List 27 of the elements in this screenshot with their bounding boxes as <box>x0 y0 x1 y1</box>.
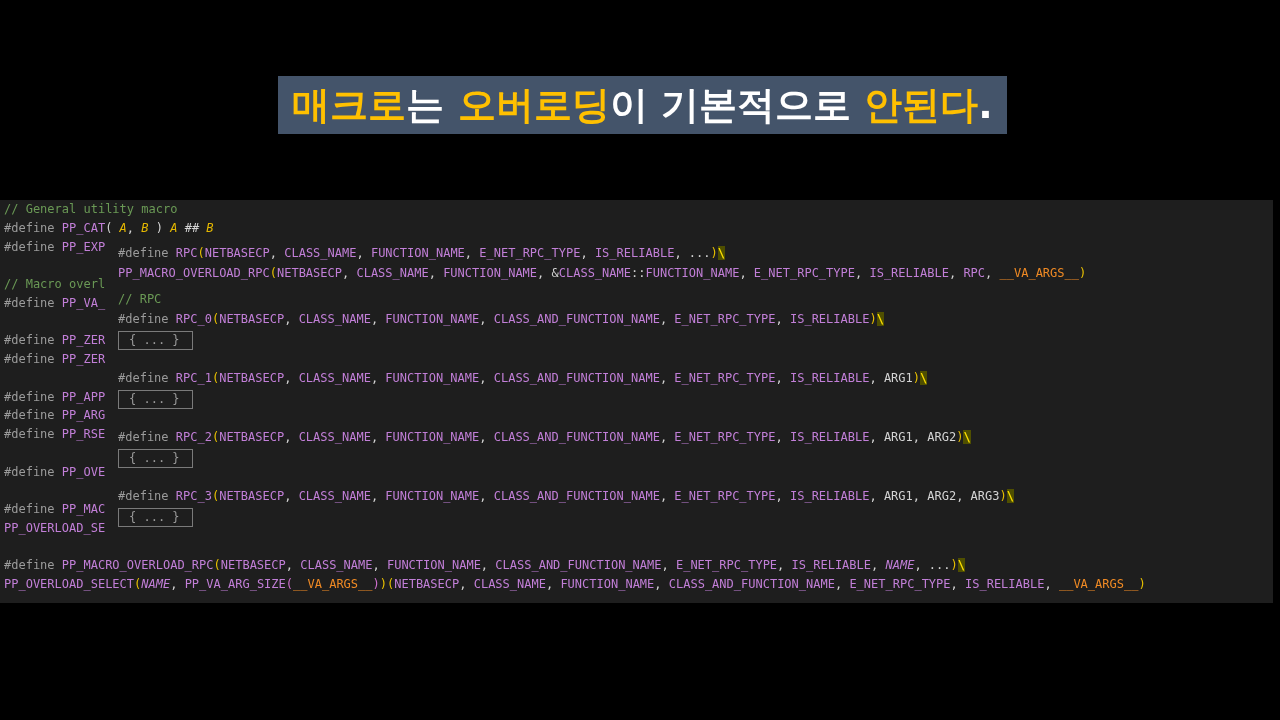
folded-code-marker[interactable]: { ... } <box>118 507 193 527</box>
code-line: #define PP_ARG <box>4 407 106 425</box>
code-line: PP_MACRO_OVERLOAD_RPC(NETBASECP, CLASS_NAME, FUNCTION_NAME, &CLASS_NAME::FUNCTION_NAME, E_NET_RPC_TYPE, IS_RELIABLE, RPC, __VA_ARGS__) <box>118 265 1087 282</box>
code-line: #define RPC_3(NETBASECP, CLASS_NAME, FUNCTION_NAME, CLASS_AND_FUNCTION_NAME, E_NET_RPC_TYPE, IS_RELIABLE, ARG1, ARG2, ARG3)\ <box>118 488 1014 505</box>
folded-code-marker[interactable]: { ... } <box>118 330 193 350</box>
code-line: #define PP_VA_ <box>4 294 106 312</box>
code-line: #define PP_OVE <box>4 463 106 481</box>
code-line: #define PP_MACRO_OVERLOAD_RPC(NETBASECP, CLASS_NAME, FUNCTION_NAME, CLASS_AND_FUNCTION_NAME, E_NET_RPC_TYPE, IS_RELIABLE, NAME, ...)\ <box>4 557 965 575</box>
code-line: #define PP_ZER <box>4 351 106 368</box>
code-line: #define PP_CAT( A, B ) A ## B <box>4 219 214 237</box>
code-line: #define RPC(NETBASECP, CLASS_NAME, FUNCTION_NAME, E_NET_RPC_TYPE, IS_RELIABLE, ...)\ <box>118 245 725 262</box>
code-line: #define RPC_2(NETBASECP, CLASS_NAME, FUNCTION_NAME, CLASS_AND_FUNCTION_NAME, E_NET_RPC_TYPE, IS_RELIABLE, ARG1, ARG2)\ <box>118 429 971 446</box>
code-line: #define PP_RSE <box>4 426 106 443</box>
code-line: // Macro overl <box>4 276 106 293</box>
code-line: PP_OVERLOAD_SE <box>4 519 106 537</box>
code-line: // RPC <box>118 291 162 308</box>
code-line: PP_OVERLOAD_SELECT(NAME, PP_VA_ARG_SIZE(__VA_ARGS__))(NETBASECP, CLASS_NAME, FUNCTION_NAME, CLASS_AND_FUNCTION_NAME, E_NET_RPC_TYPE, IS_RELIABLE, __VA_ARGS__) <box>4 576 1146 593</box>
code-line: #define RPC_1(NETBASECP, CLASS_NAME, FUNCTION_NAME, CLASS_AND_FUNCTION_NAME, E_NET_RPC_TYPE, IS_RELIABLE, ARG1)\ <box>118 370 928 387</box>
folded-code-marker[interactable]: { ... } <box>118 448 193 468</box>
code-line: // General utility macro <box>4 201 178 218</box>
caption-title: 매크로는 오버로딩 이 기본적으로 안된다. <box>278 76 1007 134</box>
code-line: #define PP_EXP <box>4 238 106 256</box>
code-line: #define PP_MAC <box>4 501 106 518</box>
code-line: #define RPC_0(NETBASECP, CLASS_NAME, FUNCTION_NAME, CLASS_AND_FUNCTION_NAME, E_NET_RPC_TYPE, IS_RELIABLE)\ <box>118 311 884 328</box>
code-line: #define PP_APP <box>4 388 106 406</box>
code-line: #define PP_ZER <box>4 332 106 350</box>
folded-code-marker[interactable]: { ... } <box>118 389 193 409</box>
